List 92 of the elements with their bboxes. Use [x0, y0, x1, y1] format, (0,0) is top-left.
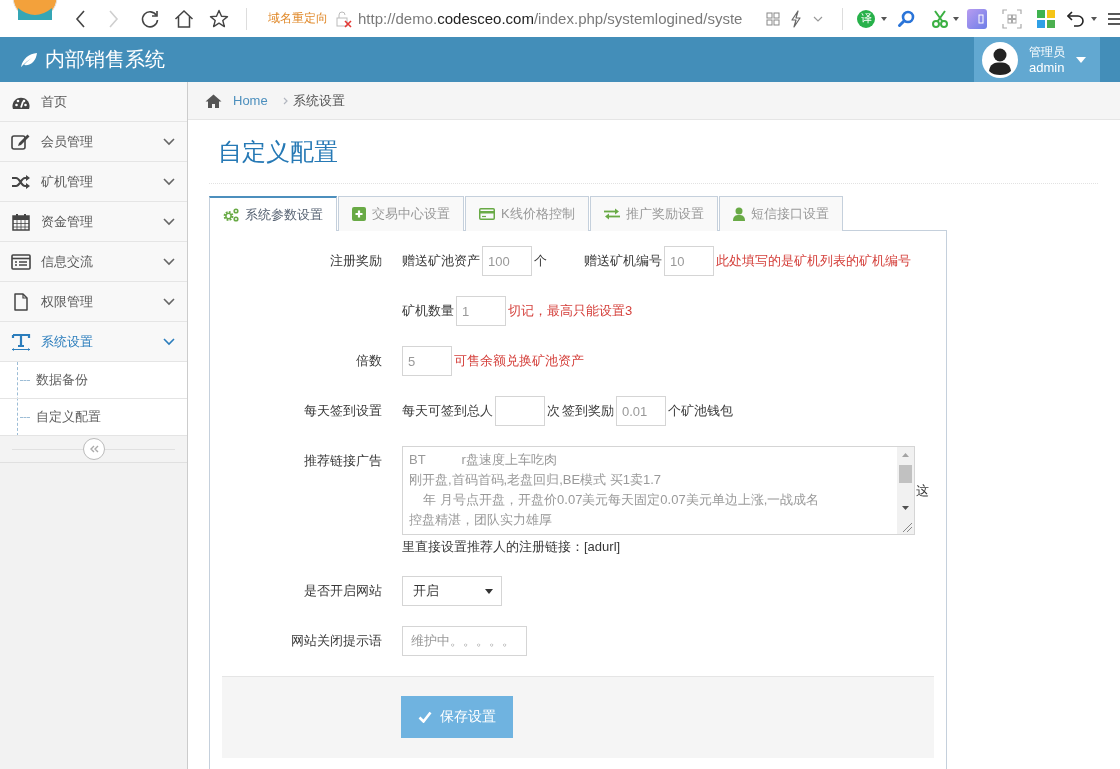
back-icon[interactable]	[74, 8, 86, 29]
form-text: 赠送矿池资产	[402, 252, 480, 270]
form-text: 赠送矿机编号	[584, 252, 662, 270]
sidebar-item[interactable]: 信息交流	[0, 242, 187, 282]
sidebar-item[interactable]: 矿机管理	[0, 162, 187, 202]
translate-button[interactable]: 译	[857, 9, 875, 28]
form-label: 是否开启网站	[304, 583, 382, 598]
gears-icon	[223, 207, 239, 222]
exchange-icon	[603, 208, 620, 220]
avatar-icon	[982, 41, 1018, 78]
home-icon	[205, 93, 222, 108]
list-icon	[11, 252, 31, 271]
save-button[interactable]: 保存设置	[401, 696, 513, 738]
text-icon	[11, 332, 31, 351]
caret-icon	[1076, 56, 1086, 63]
form-label: 注册奖励	[330, 253, 382, 268]
submenu-item[interactable]: 数据备份	[36, 371, 88, 389]
menu-icon[interactable]	[1108, 11, 1120, 26]
warning-text: 切记，最高只能设置3	[508, 302, 633, 320]
textarea-line: BT r盘速度上车吃肉	[409, 451, 557, 469]
redirect-label: 域名重定向	[268, 10, 328, 27]
avatar-icon[interactable]	[12, 0, 58, 20]
chevron-down-icon[interactable]	[813, 15, 823, 22]
search-icon[interactable]	[897, 9, 915, 28]
form-label: 倍数	[356, 353, 382, 368]
input-field[interactable]: 10	[664, 246, 714, 276]
lightning-icon[interactable]	[790, 9, 802, 28]
form-label: 推荐链接广告	[304, 453, 382, 468]
undo-icon[interactable]	[1067, 10, 1085, 27]
hint-text: 里直接设置推荐人的注册链接：[adurl]	[402, 538, 621, 556]
sidebar-item[interactable]: 系统设置	[0, 322, 187, 362]
address-bar-url[interactable]: http://demo.codesceo.com/index.php/systemlogined/syste	[358, 10, 743, 27]
input-field[interactable]: 100	[482, 246, 532, 276]
leaf-icon	[20, 51, 38, 68]
input-field[interactable]: 5	[402, 346, 452, 376]
tab[interactable]: 短信接口设置	[718, 196, 843, 231]
double-chevron-icon	[88, 445, 99, 453]
input-field[interactable]	[495, 396, 545, 426]
user-menu-button[interactable]: 管理员 admin	[974, 37, 1100, 82]
reload-icon[interactable]	[140, 8, 160, 29]
page-title: 自定义配置	[218, 138, 338, 165]
form-label: 每天签到设置	[304, 403, 382, 418]
hint-text: 这	[916, 481, 929, 500]
tab[interactable]: K线价格控制	[465, 196, 589, 231]
form-text: 矿机数量	[402, 302, 454, 320]
form-text: 次	[547, 402, 560, 420]
input-field[interactable]: 维护中。。。。。	[402, 626, 527, 656]
calendar-icon	[11, 212, 31, 231]
qr-code-icon[interactable]	[766, 11, 780, 26]
panel-icon[interactable]	[967, 8, 987, 29]
tab[interactable]: 交易中心设置	[338, 196, 464, 231]
caret-icon[interactable]	[881, 16, 887, 21]
resize-handle-icon[interactable]	[897, 517, 914, 534]
textarea-line: 控盘精湛，团队实力雄厚	[409, 511, 552, 529]
warning-text: 此处填写的是矿机列表的矿机编号	[716, 252, 911, 270]
file-icon	[11, 292, 31, 311]
plus-icon	[352, 207, 366, 221]
form-text: 个矿池钱包	[668, 402, 733, 420]
form-text: 每天可签到总人	[402, 402, 493, 420]
form-text: 签到奖励	[562, 402, 614, 420]
star-icon[interactable]	[209, 8, 229, 29]
sidebar-item[interactable]: 资金管理	[0, 202, 187, 242]
sidebar-item[interactable]: 权限管理	[0, 282, 187, 322]
home-icon[interactable]	[174, 8, 194, 29]
breadcrumb-current: 系统设置	[292, 91, 345, 110]
screenshot-icon[interactable]	[1002, 8, 1022, 29]
caret-icon[interactable]	[1091, 16, 1097, 21]
warning-text: 可售余额兑换矿池资产	[454, 352, 584, 370]
tab[interactable]: 系统参数设置	[209, 196, 337, 231]
user-icon	[732, 207, 745, 221]
scrollbar[interactable]	[897, 447, 914, 517]
caret-icon[interactable]	[953, 16, 959, 21]
submenu-item[interactable]: 自定义配置	[36, 408, 101, 426]
insecure-lock-icon[interactable]	[336, 9, 352, 28]
sidebar-item[interactable]: 首页	[0, 82, 187, 122]
credit-card-icon	[479, 208, 495, 220]
input-field[interactable]: 1	[456, 296, 506, 326]
sidebar-item[interactable]: 会员管理	[0, 122, 187, 162]
app-title: 内部销售系统	[45, 47, 165, 72]
tab[interactable]: 推广奖励设置	[589, 196, 718, 231]
form-label: 网站关闭提示语	[291, 633, 382, 648]
textarea-line: 刚开盘,首码首码,老盘回归,BE模式 买1卖1.7	[409, 471, 662, 489]
edit-icon	[11, 132, 31, 151]
chevron-right-icon	[282, 96, 288, 105]
dropdown[interactable]: 开启	[402, 576, 502, 606]
apps-icon[interactable]	[1037, 9, 1055, 28]
caret-icon	[485, 588, 493, 594]
shuffle-icon	[11, 172, 31, 191]
input-field[interactable]: 0.01	[616, 396, 666, 426]
breadcrumb-link[interactable]: Home	[233, 93, 268, 108]
check-icon	[418, 711, 432, 723]
form-text: 个	[534, 252, 547, 270]
